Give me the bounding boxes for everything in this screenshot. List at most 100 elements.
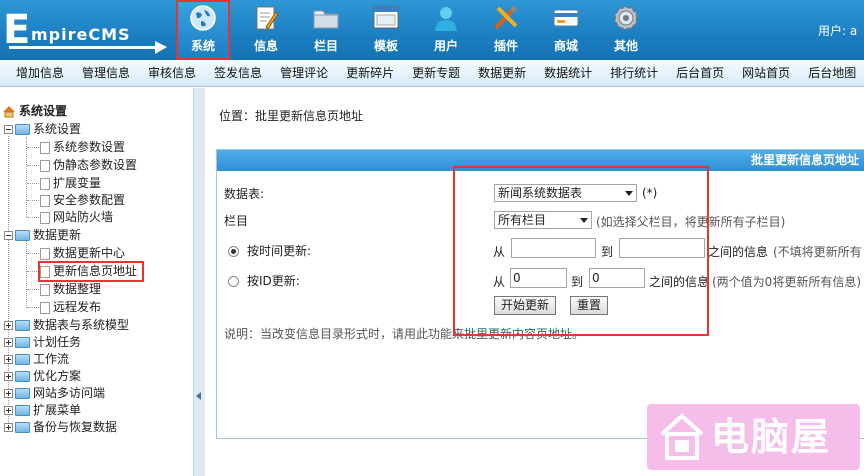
tree-group-label: 网站多访问端 (33, 386, 106, 400)
submenu-manage-info[interactable]: 管理信息 (73, 60, 139, 86)
submenu-admin-home[interactable]: 后台首页 (667, 60, 733, 86)
expand-icon[interactable] (4, 406, 13, 415)
collapse-icon[interactable] (4, 231, 13, 240)
tree-group-label: 扩展菜单 (33, 403, 82, 417)
tree-item-pseudo-static[interactable]: 伪静态参数设置 (40, 157, 137, 174)
tree-group-tables-models[interactable]: 数据表与系统模型 (4, 317, 129, 334)
tree-item-label: 数据整理 (53, 282, 102, 296)
by-time-option[interactable]: 按时间更新: (228, 242, 311, 259)
nav-item-system[interactable]: 系统 (176, 0, 230, 60)
collapse-icon[interactable] (4, 125, 13, 134)
tree-item-remote-publish[interactable]: 远程发布 (40, 299, 101, 316)
tree-group-optimization[interactable]: 优化方案 (4, 368, 81, 385)
nav-label: 用户 (433, 39, 458, 53)
column-label: 栏目 (224, 214, 249, 228)
tree-group-label: 工作流 (33, 352, 70, 366)
folder-icon (15, 354, 30, 365)
tree-group-scheduled-tasks[interactable]: 计划任务 (4, 334, 81, 351)
by-id-option[interactable]: 按ID更新: (228, 272, 300, 289)
logo-arrow (9, 41, 167, 54)
folder-icon (15, 230, 30, 241)
submenu-add-info[interactable]: 增加信息 (0, 60, 73, 86)
folder-icon (15, 371, 30, 382)
tree-line (27, 165, 39, 166)
tree-line (26, 137, 27, 217)
submenu-sign-info[interactable]: 签发信息 (205, 60, 271, 86)
tree-item-firewall[interactable]: 网站防火墙 (40, 209, 113, 226)
expand-icon[interactable] (4, 338, 13, 347)
tree-item-system-params[interactable]: 系统参数设置 (40, 139, 125, 156)
nav-item-other[interactable]: 其他 (596, 0, 656, 60)
by-id-radio[interactable] (228, 276, 239, 287)
submenu-data-update[interactable]: 数据更新 (469, 60, 535, 86)
submenu-data-stats[interactable]: 数据统计 (535, 60, 601, 86)
tree-line (27, 289, 39, 290)
expand-icon[interactable] (4, 355, 13, 364)
nav-item-template[interactable]: 模板 (356, 0, 416, 60)
left-tree: 系统设置 系统设置 系统参数设置 伪静态参数设置 扩展变量 安全参数配置 网站防… (0, 88, 193, 476)
nav-label: 系统 (190, 39, 215, 53)
nav-label: 插件 (493, 39, 518, 53)
tree-line (27, 253, 39, 254)
tree-group-data-update[interactable]: 数据更新 (4, 227, 81, 244)
nav-item-column[interactable]: 栏目 (296, 0, 356, 60)
watermark-text: 电脑屋 (711, 415, 832, 459)
main-nav: 系统 信息 栏目 模板 用户 插件 商城 其他 (176, 0, 656, 60)
tree-line (27, 200, 39, 201)
by-time-radio[interactable] (228, 246, 239, 257)
page-icon (40, 301, 50, 314)
expand-icon[interactable] (4, 389, 13, 398)
expand-icon[interactable] (4, 372, 13, 381)
submenu-review-info[interactable]: 审核信息 (139, 60, 205, 86)
tree-group-backup[interactable]: 备份与恢复数据 (4, 419, 117, 436)
expand-icon[interactable] (4, 423, 13, 432)
tree-group-workflow[interactable]: 工作流 (4, 351, 69, 368)
by-id-label: 按ID更新: (247, 274, 300, 288)
folder-icon (15, 388, 30, 399)
tree-item-extend-vars[interactable]: 扩展变量 (40, 175, 101, 192)
folder-icon (15, 320, 30, 331)
submenu-update-topics[interactable]: 更新专题 (403, 60, 469, 86)
sidebar-splitter[interactable] (193, 88, 205, 476)
tree-group-extend-menu[interactable]: 扩展菜单 (4, 402, 81, 419)
page-icon (40, 159, 50, 172)
tree-item-data-organize[interactable]: 数据整理 (40, 281, 101, 298)
nav-item-info[interactable]: 信息 (236, 0, 296, 60)
tree-group-label: 数据更新 (33, 228, 82, 242)
document-pen-icon (256, 6, 279, 30)
tree-item-label: 扩展变量 (53, 176, 102, 190)
folder-icon (313, 10, 339, 29)
tree-item-label: 系统参数设置 (53, 140, 126, 154)
tree-line (27, 217, 39, 218)
tree-group-label: 数据表与系统模型 (33, 318, 130, 332)
nav-label: 模板 (373, 39, 398, 53)
nav-item-plugin[interactable]: 插件 (476, 0, 536, 60)
table-label: 数据表: (224, 187, 265, 201)
tree-group-multi-access[interactable]: 网站多访问端 (4, 385, 105, 402)
gear-icon (614, 6, 638, 30)
tree-item-update-center[interactable]: 数据更新中心 (40, 245, 125, 262)
home-icon (3, 106, 15, 118)
submenu-rank-stats[interactable]: 排行统计 (601, 60, 667, 86)
submenu-update-fragments[interactable]: 更新碎片 (337, 60, 403, 86)
nav-item-shop[interactable]: 商城 (536, 0, 596, 60)
submenu-site-home[interactable]: 网站首页 (733, 60, 799, 86)
nav-item-user[interactable]: 用户 (416, 0, 476, 60)
tree-line (27, 307, 39, 308)
tree-group-label: 计划任务 (33, 335, 82, 349)
tree-group-label: 系统设置 (33, 122, 82, 136)
app-window: E mpireCMS 系统 信息 栏目 模板 用户 插件 商城 其他 用户: a… (0, 0, 864, 476)
page-icon (40, 283, 50, 296)
expand-icon[interactable] (4, 321, 13, 330)
tree-root[interactable]: 系统设置 (2, 103, 67, 120)
submenu-admin-map[interactable]: 后台地图 (799, 60, 864, 86)
tree-line (27, 147, 39, 148)
folder-icon (15, 337, 30, 348)
submenu-manage-comments[interactable]: 管理评论 (271, 60, 337, 86)
collapse-arrow-icon[interactable] (196, 392, 201, 400)
tree-item-label: 远程发布 (53, 300, 102, 314)
tree-group-system-settings[interactable]: 系统设置 (4, 121, 81, 138)
tree-item-security[interactable]: 安全参数配置 (40, 192, 125, 209)
tree-group-label: 优化方案 (33, 369, 82, 383)
tree-line (26, 241, 27, 308)
